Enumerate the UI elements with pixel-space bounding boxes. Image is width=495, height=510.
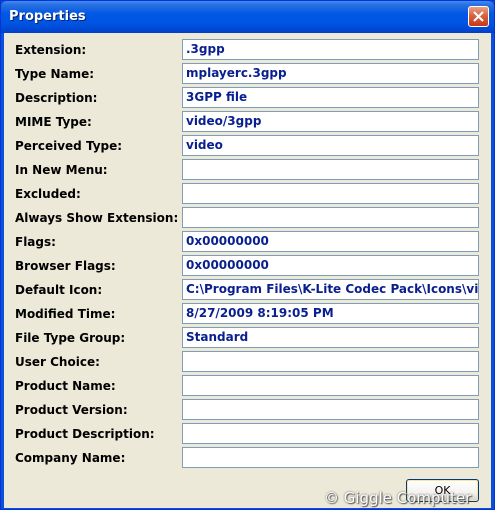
property-row: Product Name: [4,375,491,399]
property-value: Standard [186,330,249,344]
property-value-field[interactable]: 0x00000000 [182,231,479,252]
property-label: In New Menu: [15,163,108,177]
property-row: Default Icon: C:\Program Files\K-Lite Cod… [4,279,491,303]
property-label: Perceived Type: [15,139,123,153]
property-value-field[interactable] [182,351,479,372]
property-value-field[interactable]: 0x00000000 [182,255,479,276]
property-row: MIME Type: video/3gpp [4,111,491,135]
property-value-field[interactable] [182,375,479,396]
property-label: Company Name: [15,451,126,465]
property-row: Extension: .3gpp [4,39,491,63]
property-value-field[interactable]: video/3gpp [182,111,479,132]
property-row: In New Menu: [4,159,491,183]
property-row: Excluded: [4,183,491,207]
property-value-field[interactable]: Standard [182,327,479,348]
property-value: mplayerc.3gpp [186,66,287,80]
property-value: 0x00000000 [186,258,269,272]
property-label: MIME Type: [15,115,92,129]
property-label: Always Show Extension: [15,211,179,225]
property-label: Flags: [15,235,56,249]
property-label: Extension: [15,43,87,57]
property-row: Type Name: mplayerc.3gpp [4,63,491,87]
property-value: video/3gpp [186,114,262,128]
property-row: Browser Flags: 0x00000000 [4,255,491,279]
property-value-field[interactable] [182,423,479,444]
property-row: Company Name: [4,447,491,471]
property-label: Browser Flags: [15,259,116,273]
property-value: .3gpp [186,42,225,56]
property-row: Flags: 0x00000000 [4,231,491,255]
property-value-field[interactable]: mplayerc.3gpp [182,63,479,84]
property-row: File Type Group: Standard [4,327,491,351]
property-value-field[interactable] [182,159,479,180]
property-row: User Choice: [4,351,491,375]
property-value-field[interactable]: 3GPP file [182,87,479,108]
watermark: © Giggle Computer [324,489,472,507]
property-row: Product Version: [4,399,491,423]
property-value: 8/27/2009 8:19:05 PM [186,306,334,320]
property-value-field[interactable]: .3gpp [182,39,479,60]
title-bar[interactable]: Properties [1,1,494,33]
property-row: Modified Time: 8/27/2009 8:19:05 PM [4,303,491,327]
property-label: Type Name: [15,67,95,81]
property-label: Product Name: [15,379,116,393]
property-label: User Choice: [15,355,100,369]
property-value-field[interactable] [182,207,479,228]
close-button[interactable] [468,6,489,27]
property-label: Default Icon: [15,283,103,297]
close-icon [473,11,484,22]
property-value-field[interactable]: video [182,135,479,156]
property-label: Modified Time: [15,307,116,321]
property-label: Product Description: [15,427,155,441]
property-row: Description: 3GPP file [4,87,491,111]
property-row: Perceived Type: video [4,135,491,159]
property-label: Description: [15,91,98,105]
property-value-field[interactable]: 8/27/2009 8:19:05 PM [182,303,479,324]
property-value: 0x00000000 [186,234,269,248]
property-value-field[interactable] [182,399,479,420]
property-value-field[interactable] [182,183,479,204]
window-title: Properties [9,9,86,24]
property-row: Always Show Extension: [4,207,491,231]
property-label: Product Version: [15,403,128,417]
properties-window: Properties Extension: .3gpp Type Name: mpla… [0,0,495,510]
property-label: Excluded: [15,187,81,201]
dialog-body: Extension: .3gpp Type Name: mplayerc.3gpp De… [4,33,491,508]
property-label: File Type Group: [15,331,126,345]
property-value: 3GPP file [186,90,248,104]
property-value: C:\Program Files\K-Lite Codec Pack\Icons… [186,282,479,296]
property-value-field[interactable] [182,447,479,468]
property-value: video [186,138,223,152]
property-row: Product Description: [4,423,491,447]
property-value-field[interactable]: C:\Program Files\K-Lite Codec Pack\Icons… [182,279,479,300]
